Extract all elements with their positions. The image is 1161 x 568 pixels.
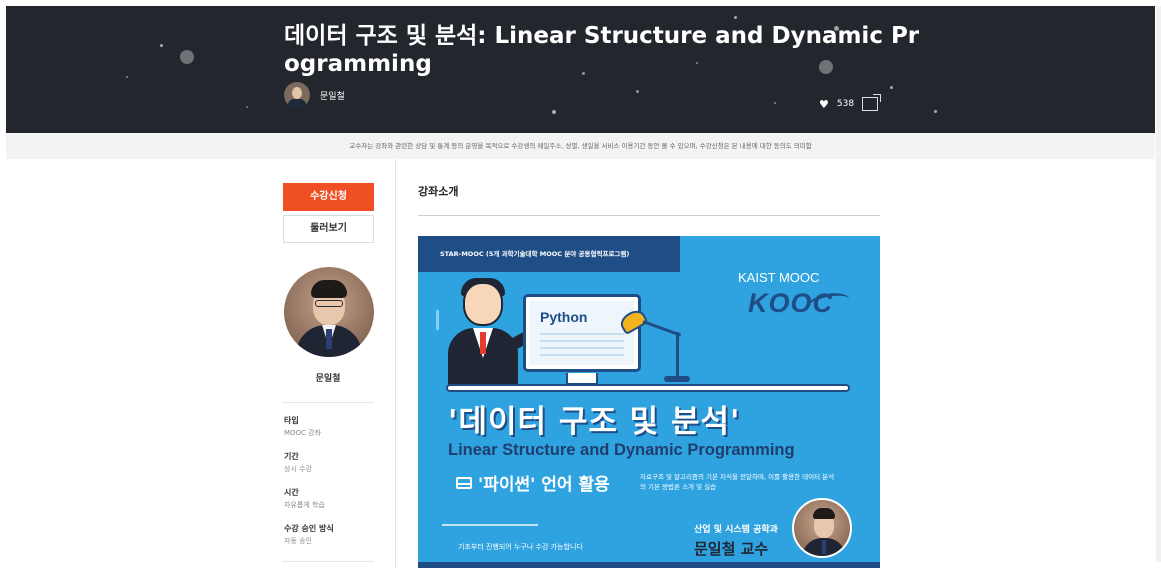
enroll-button[interactable]: 수강신청	[283, 183, 374, 211]
python-use-text: '파이썬' 언어 활용	[478, 475, 610, 495]
privacy-notice: 교수자는 강좌와 관련한 상담 및 통계 등의 운영을 목적으로 수강생의 메일…	[6, 133, 1155, 159]
divider	[442, 524, 538, 526]
divider	[282, 402, 374, 403]
python-label: Python	[540, 309, 588, 325]
banner-bottom-bar	[418, 562, 880, 568]
divider	[282, 561, 374, 562]
info-label: 수강 승인 방식	[284, 524, 334, 533]
decor-dot	[180, 50, 194, 64]
banner-professor-photo	[792, 498, 852, 558]
info-label: 기간	[284, 452, 299, 461]
banner-python-use: '파이썬' 언어 활용	[456, 470, 610, 495]
info-type: 타입 MOOC 강좌	[284, 415, 321, 438]
kaist-mooc-logo-text: KAIST MOOC	[738, 270, 820, 285]
course-title: 데이터 구조 및 분석: Linear Structure and Dynami…	[284, 23, 920, 77]
lamp-arm	[676, 332, 679, 382]
share-icon[interactable]	[862, 94, 882, 111]
info-value: 상시 수강	[284, 465, 312, 473]
decor-lines	[436, 310, 452, 330]
course-author[interactable]: 문일철	[284, 82, 345, 108]
info-time: 시간 자유롭게 학습	[284, 487, 325, 510]
folder-icon	[456, 476, 472, 489]
professor-name: 문일철	[315, 374, 341, 384]
heart-icon[interactable]: ♥	[819, 98, 829, 111]
decor-dot	[126, 76, 128, 78]
cartoon-man-tie	[480, 332, 486, 354]
lamp-base	[664, 376, 690, 382]
info-label: 시간	[284, 488, 299, 497]
cartoon-man-head	[463, 282, 503, 326]
decor-dot	[734, 16, 737, 19]
course-stats: ♥ 538	[819, 94, 882, 111]
course-banner-image: STAR-MOOC (5개 과학기술대학 MOOC 분야 공동협력프로그램) K…	[418, 236, 880, 568]
banner-department: 산업 및 시스템 공학과	[694, 525, 778, 535]
section-title: 강좌소개	[418, 185, 459, 198]
decor-dot	[934, 110, 937, 113]
decor-dot	[774, 102, 776, 104]
desk-illustration	[446, 384, 850, 392]
author-avatar	[284, 82, 310, 108]
author-name: 문일철	[320, 91, 345, 102]
decor-dot	[160, 44, 163, 47]
banner-title-en: Linear Structure and Dynamic Programming	[448, 441, 795, 459]
info-value: MOOC 강좌	[284, 429, 322, 437]
decor-dot	[552, 110, 556, 114]
banner-note: 기초부터 진행되어 누구나 수강 가능합니다	[458, 543, 583, 551]
info-period: 기간 상시 수강	[284, 451, 312, 474]
banner-program-label: STAR-MOOC (5개 과학기술대학 MOOC 분야 공동협력프로그램)	[418, 236, 680, 272]
professor-photo	[284, 267, 374, 357]
decor-dot	[246, 106, 248, 108]
info-label: 타입	[284, 416, 299, 425]
monitor-illustration: Python	[523, 294, 641, 372]
decor-dot	[636, 90, 639, 93]
divider	[418, 215, 880, 216]
info-approval: 수강 승인 방식 자동 승인	[284, 523, 334, 546]
info-value: 자동 승인	[284, 537, 312, 545]
banner-title-ko: '데이터 구조 및 분석'	[448, 404, 741, 440]
course-sidebar: 수강신청 둘러보기 문일철 타입 MOOC 강좌 기간 상시 수강 시간 자유롭…	[282, 159, 396, 568]
course-header: 데이터 구조 및 분석: Linear Structure and Dynami…	[6, 6, 1155, 133]
banner-professor: 문일철 교수	[694, 540, 769, 558]
banner-description: 자료구조 및 알고리즘의 기본 지식을 전달하며, 이를 활용한 데이터 분석의…	[640, 473, 835, 491]
like-count: 538	[836, 99, 855, 109]
info-value: 자유롭게 학습	[284, 501, 325, 509]
preview-button[interactable]: 둘러보기	[283, 215, 374, 243]
decor-dot	[890, 86, 893, 89]
scrollbar[interactable]	[1156, 6, 1161, 562]
